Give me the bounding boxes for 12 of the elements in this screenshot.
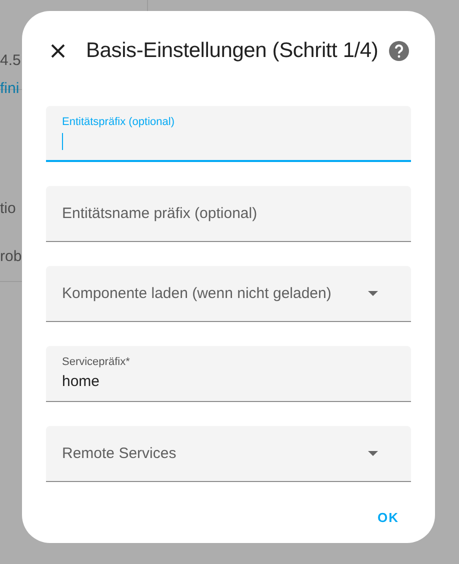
select-field[interactable]: Komponente laden (wenn nicht geladen): [46, 266, 411, 322]
close-icon: [51, 44, 65, 58]
help-icon[interactable]: [387, 39, 411, 63]
dropdown-caret-icon: [368, 291, 378, 296]
input-field[interactable]: Entitätsname präfix (optional): [46, 186, 411, 242]
dialog-title: Basis-Einstellungen (Schritt 1/4): [86, 39, 380, 63]
background-text: rob: [0, 248, 22, 266]
background-text: tio: [0, 200, 16, 218]
select-field[interactable]: Remote Services: [46, 426, 411, 482]
input-field[interactable]: Servicepräfix* home: [46, 346, 411, 402]
background-text: 4.5: [0, 52, 21, 70]
dropdown-caret-icon: [368, 451, 378, 456]
